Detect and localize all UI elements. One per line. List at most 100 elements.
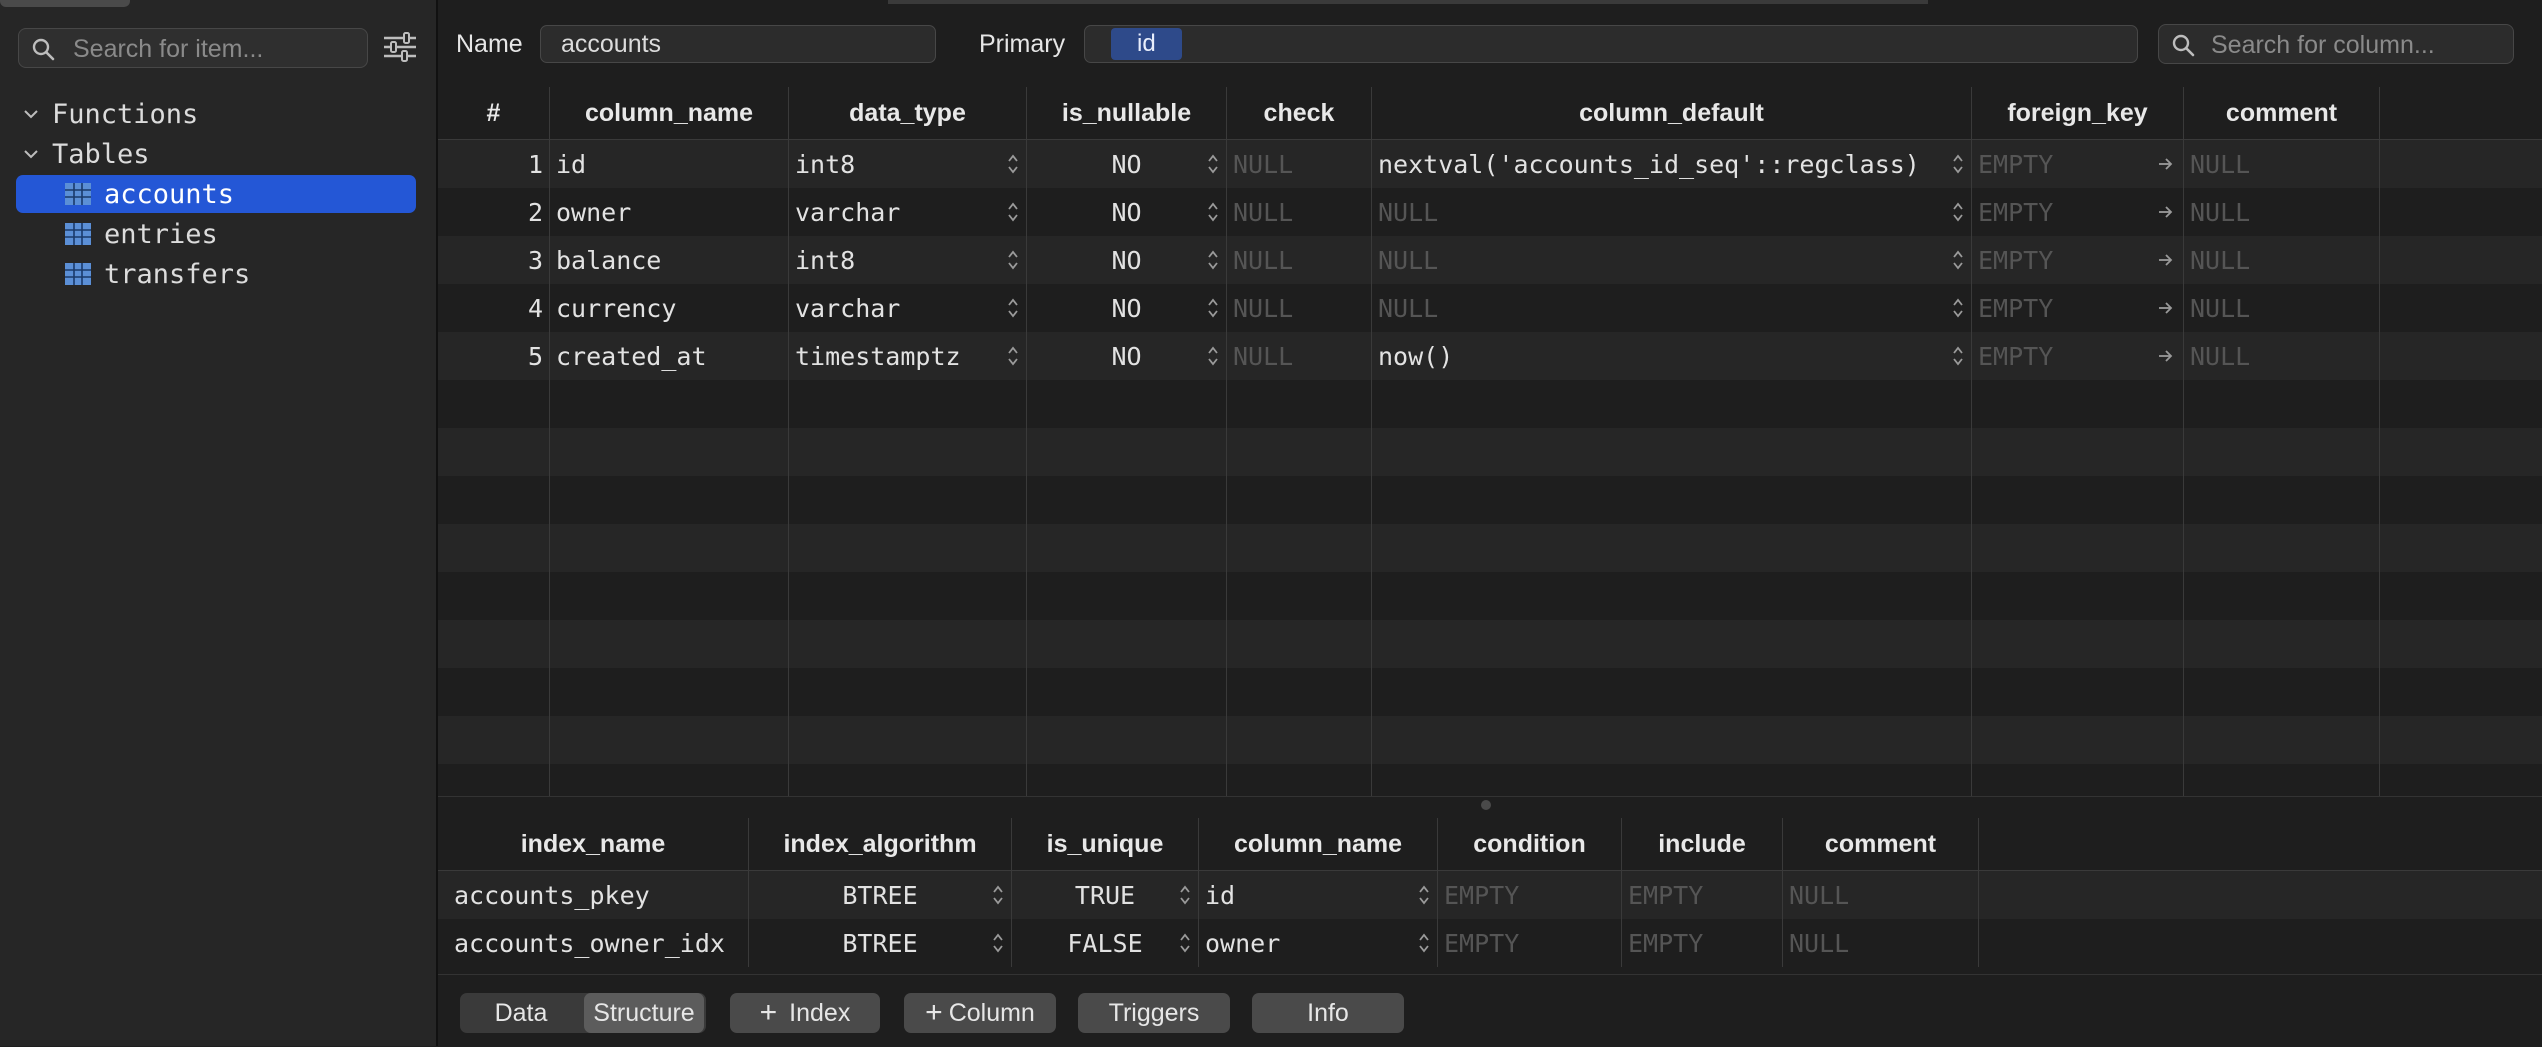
cell-is-nullable[interactable]: NO — [1027, 332, 1227, 380]
header-include[interactable]: include — [1622, 818, 1783, 870]
cell-data-type[interactable]: timestamptz — [789, 332, 1027, 380]
header-foreign-key[interactable]: foreign_key — [1972, 87, 2184, 139]
stepper-icon[interactable] — [1206, 248, 1220, 272]
cell-column-name[interactable]: owner — [1199, 919, 1438, 967]
stepper-icon[interactable] — [1206, 200, 1220, 224]
header-column-default[interactable]: column_default — [1372, 87, 1972, 139]
cell-is-nullable[interactable]: NO — [1027, 236, 1227, 284]
header-is-unique[interactable]: is_unique — [1012, 818, 1199, 870]
cell-is-unique[interactable]: TRUE — [1012, 871, 1199, 919]
header-index-algorithm[interactable]: index_algorithm — [749, 818, 1012, 870]
cell-foreign-key[interactable]: EMPTY — [1972, 236, 2184, 284]
stepper-icon[interactable] — [1206, 152, 1220, 176]
stepper-icon[interactable] — [1206, 296, 1220, 320]
cell-foreign-key[interactable]: EMPTY — [1972, 284, 2184, 332]
sidebar-top-scrollbar[interactable] — [0, 0, 130, 7]
cell-column-name[interactable]: currency — [550, 284, 789, 332]
cell-condition[interactable]: EMPTY — [1438, 919, 1622, 967]
sidebar-item-accounts[interactable]: accounts — [16, 175, 416, 213]
table-row[interactable]: 1 id int8 NO NULL nextval('accounts_id_seq'::… — [438, 140, 2542, 188]
stepper-icon[interactable] — [1178, 883, 1192, 907]
cell-foreign-key[interactable]: EMPTY — [1972, 140, 2184, 188]
table-row[interactable]: 2 owner varchar NO NULL NULL EMPTY NULL — [438, 188, 2542, 236]
header-index-comment[interactable]: comment — [1783, 818, 1979, 870]
cell-check[interactable]: NULL — [1227, 188, 1372, 236]
filter-settings-icon[interactable] — [382, 30, 418, 69]
cell-comment[interactable]: NULL — [1783, 919, 1979, 967]
header-is-nullable[interactable]: is_nullable — [1027, 87, 1227, 139]
stepper-icon[interactable] — [1206, 344, 1220, 368]
header-data-type[interactable]: data_type — [789, 87, 1027, 139]
cell-column-name[interactable]: owner — [550, 188, 789, 236]
cell-index-name[interactable]: accounts_pkey — [438, 871, 749, 919]
cell-index-algorithm[interactable]: BTREE — [749, 871, 1012, 919]
stepper-icon[interactable] — [1951, 344, 1965, 368]
cell-comment[interactable]: NULL — [2184, 140, 2380, 188]
cell-data-type[interactable]: varchar — [789, 284, 1027, 332]
arrow-right-icon[interactable] — [2157, 345, 2175, 367]
stepper-icon[interactable] — [1951, 152, 1965, 176]
header-num[interactable]: # — [438, 87, 550, 139]
stepper-icon[interactable] — [1951, 296, 1965, 320]
header-index-name[interactable]: index_name — [438, 818, 749, 870]
tab-structure[interactable]: Structure — [584, 993, 704, 1033]
stepper-icon[interactable] — [1178, 931, 1192, 955]
column-search-input[interactable] — [2209, 29, 2508, 61]
cell-index-name[interactable]: accounts_owner_idx — [438, 919, 749, 967]
add-index-button[interactable]: + Index — [730, 993, 880, 1033]
table-name-field[interactable]: accounts — [540, 25, 936, 63]
arrow-right-icon[interactable] — [2157, 249, 2175, 271]
table-row[interactable]: 4 currency varchar NO NULL NULL EMPTY NULL — [438, 284, 2542, 332]
header-comment[interactable]: comment — [2184, 87, 2380, 139]
stepper-icon[interactable] — [991, 931, 1005, 955]
pane-splitter[interactable] — [438, 796, 2542, 815]
stepper-icon[interactable] — [991, 883, 1005, 907]
primary-key-field[interactable]: id — [1084, 25, 2138, 63]
stepper-icon[interactable] — [1417, 931, 1431, 955]
top-scrollbar[interactable] — [888, 0, 1928, 4]
triggers-button[interactable]: Triggers — [1078, 993, 1230, 1033]
cell-check[interactable]: NULL — [1227, 284, 1372, 332]
sidebar-search-box[interactable] — [18, 28, 368, 68]
cell-column-name[interactable]: id — [1199, 871, 1438, 919]
cell-is-nullable[interactable]: NO — [1027, 284, 1227, 332]
header-index-column-name[interactable]: column_name — [1199, 818, 1438, 870]
cell-column-default[interactable]: now() — [1372, 332, 1972, 380]
cell-comment[interactable]: NULL — [2184, 284, 2380, 332]
cell-column-default[interactable]: NULL — [1372, 236, 1972, 284]
cell-index-algorithm[interactable]: BTREE — [749, 919, 1012, 967]
stepper-icon[interactable] — [1006, 152, 1020, 176]
cell-column-name[interactable]: created_at — [550, 332, 789, 380]
cell-data-type[interactable]: varchar — [789, 188, 1027, 236]
cell-comment[interactable]: NULL — [1783, 871, 1979, 919]
sidebar-section-functions[interactable]: Functions — [20, 95, 198, 133]
cell-check[interactable]: NULL — [1227, 332, 1372, 380]
table-row[interactable]: 3 balance int8 NO NULL NULL EMPTY NULL — [438, 236, 2542, 284]
stepper-icon[interactable] — [1417, 883, 1431, 907]
cell-include[interactable]: EMPTY — [1622, 919, 1783, 967]
header-condition[interactable]: condition — [1438, 818, 1622, 870]
arrow-right-icon[interactable] — [2157, 201, 2175, 223]
cell-is-nullable[interactable]: NO — [1027, 140, 1227, 188]
cell-foreign-key[interactable]: EMPTY — [1972, 188, 2184, 236]
cell-column-name[interactable]: id — [550, 140, 789, 188]
cell-column-default[interactable]: NULL — [1372, 284, 1972, 332]
cell-column-default[interactable]: nextval('accounts_id_seq'::regclass) — [1372, 140, 1972, 188]
stepper-icon[interactable] — [1006, 248, 1020, 272]
stepper-icon[interactable] — [1951, 248, 1965, 272]
sidebar-item-transfers[interactable]: transfers — [16, 255, 416, 293]
cell-check[interactable]: NULL — [1227, 236, 1372, 284]
cell-column-name[interactable]: balance — [550, 236, 789, 284]
stepper-icon[interactable] — [1006, 344, 1020, 368]
stepper-icon[interactable] — [1006, 200, 1020, 224]
arrow-right-icon[interactable] — [2157, 297, 2175, 319]
cell-condition[interactable]: EMPTY — [1438, 871, 1622, 919]
cell-is-unique[interactable]: FALSE — [1012, 919, 1199, 967]
cell-comment[interactable]: NULL — [2184, 332, 2380, 380]
cell-is-nullable[interactable]: NO — [1027, 188, 1227, 236]
stepper-icon[interactable] — [1006, 296, 1020, 320]
add-column-button[interactable]: + Column — [904, 993, 1056, 1033]
cell-data-type[interactable]: int8 — [789, 236, 1027, 284]
header-column-name[interactable]: column_name — [550, 87, 789, 139]
index-row[interactable]: accounts_pkey BTREE TRUE id EMPTY EMPTY NULL — [438, 871, 2542, 919]
